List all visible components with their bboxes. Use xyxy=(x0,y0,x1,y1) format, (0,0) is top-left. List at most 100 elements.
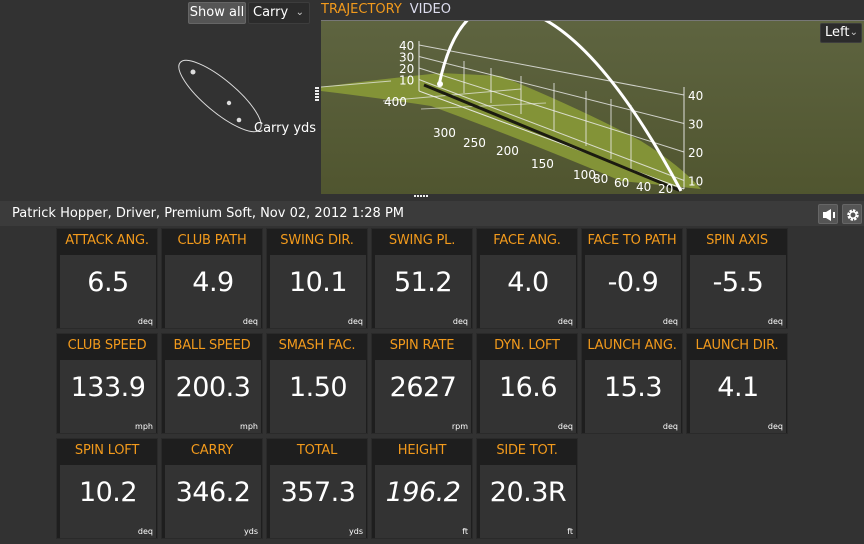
metric-tile[interactable]: SIDE TOT. 20.3R ft xyxy=(476,438,578,539)
metric-title-launch-ang: LAUNCH ANG. xyxy=(587,338,677,353)
metric-tile[interactable]: SPIN AXIS -5.5 deq xyxy=(686,228,788,329)
metric-body: 16.6 deq xyxy=(480,360,576,433)
metric-tile[interactable]: SWING PL. 51.2 deq xyxy=(371,228,473,329)
metric-value-height: 196.2 xyxy=(385,477,461,508)
distance-tick-label: 200 xyxy=(496,144,519,158)
metric-tile[interactable]: SPIN RATE 2627 rpm xyxy=(371,333,473,434)
shot-dot xyxy=(226,100,232,106)
metric-body: 4.0 deq xyxy=(480,255,576,328)
metric-tile[interactable]: FACE ANG. 4.0 deq xyxy=(476,228,578,329)
dispersion-select[interactable]: Carry ⌄ xyxy=(248,2,310,24)
metric-title-launch-dir: LAUNCH DIR. xyxy=(695,338,779,353)
metric-title-attack-ang: ATTACK ANG. xyxy=(65,233,149,248)
metric-unit: yds xyxy=(349,527,363,536)
metric-title-side-tot: SIDE TOT. xyxy=(496,443,558,458)
metric-value-spin-loft: 10.2 xyxy=(78,477,138,508)
speaker-icon xyxy=(823,209,835,221)
view-tabs: TRAJECTORY VIDEO xyxy=(321,2,451,17)
metric-value-face-ang: 4.0 xyxy=(507,267,549,298)
metric-body: 10.2 deq xyxy=(60,465,156,538)
metric-tile[interactable]: CARRY 346.2 yds xyxy=(161,438,263,539)
view-angle-select-value: Left xyxy=(825,25,850,40)
distance-tick-label: 300 xyxy=(433,126,456,140)
ball-start xyxy=(437,81,443,87)
metric-title-club-path: CLUB PATH xyxy=(177,233,247,248)
metric-title-club-speed: CLUB SPEED xyxy=(67,338,147,353)
metric-body: 133.9 mph xyxy=(60,360,156,433)
metric-value-dyn-loft: 16.6 xyxy=(498,372,558,403)
metric-value-launch-dir: 4.1 xyxy=(717,372,759,403)
metric-unit: deq xyxy=(137,527,153,536)
shot-info-text: Patrick Hopper, Driver, Premium Soft, No… xyxy=(12,206,404,221)
height-tick-label-right: 30 xyxy=(688,118,703,132)
metric-body: 200.3 mph xyxy=(165,360,261,433)
shot-dot xyxy=(236,117,242,123)
metric-title-spin-axis: SPIN AXIS xyxy=(706,233,768,248)
metric-unit: deq xyxy=(767,317,783,326)
metric-value-spin-rate: 2627 xyxy=(389,372,457,403)
tab-video[interactable]: VIDEO xyxy=(410,2,451,17)
metric-body: 4.1 deq xyxy=(690,360,786,433)
metric-tile[interactable]: LAUNCH ANG. 15.3 deq xyxy=(581,333,683,434)
metric-value-smash-fac: 1.50 xyxy=(288,372,348,403)
metric-unit: mph xyxy=(240,422,258,431)
metric-value-face-to-path: -0.9 xyxy=(607,267,659,298)
metric-body: 2627 rpm xyxy=(375,360,471,433)
metric-title-total: TOTAL xyxy=(296,443,338,458)
metric-tile[interactable]: DYN. LOFT 16.6 deq xyxy=(476,333,578,434)
metric-value-spin-axis: -5.5 xyxy=(712,267,764,298)
view-angle-select[interactable]: Left ⌄ xyxy=(820,23,862,43)
metric-tile[interactable]: TOTAL 357.3 yds xyxy=(266,438,368,539)
distance-tick-label: 400 xyxy=(384,95,407,109)
metric-tile[interactable]: LAUNCH DIR. 4.1 deq xyxy=(686,333,788,434)
metric-title-carry: CARRY xyxy=(190,443,234,458)
metric-unit: deq xyxy=(662,422,678,431)
metric-body: 196.2 ft xyxy=(375,465,471,538)
metric-tile[interactable]: CLUB PATH 4.9 deq xyxy=(161,228,263,329)
horizontal-splitter-handle[interactable] xyxy=(414,195,428,197)
height-tick-label-left: 10 xyxy=(399,74,414,88)
metric-tile[interactable]: BALL SPEED 200.3 mph xyxy=(161,333,263,434)
metric-unit: rpm xyxy=(451,422,468,431)
metric-tile[interactable]: FACE TO PATH -0.9 deq xyxy=(581,228,683,329)
metric-tile[interactable]: SMASH FAC. 1.50 xyxy=(266,333,368,434)
metric-unit: deq xyxy=(662,317,678,326)
dispersion-controls: Show all Carry ⌄ xyxy=(188,2,310,24)
height-tick-label-right: 10 xyxy=(688,175,703,189)
metric-body: 6.5 deq xyxy=(60,255,156,328)
metric-unit: deq xyxy=(557,422,573,431)
metric-body: 357.3 yds xyxy=(270,465,366,538)
metric-title-smash-fac: SMASH FAC. xyxy=(278,338,356,353)
metric-tile[interactable]: SWING DIR. 10.1 deq xyxy=(266,228,368,329)
metric-value-club-path: 4.9 xyxy=(192,267,234,298)
tab-trajectory[interactable]: TRAJECTORY xyxy=(321,2,402,17)
sound-button[interactable] xyxy=(818,204,838,224)
metric-unit: deq xyxy=(452,317,468,326)
metric-unit: ft xyxy=(567,527,573,536)
vertical-splitter-handle[interactable] xyxy=(315,87,319,101)
show-all-button[interactable]: Show all xyxy=(188,2,246,24)
distance-tick-label: 80 xyxy=(593,172,608,186)
metric-title-dyn-loft: DYN. LOFT xyxy=(494,338,560,353)
metric-tile[interactable]: CLUB SPEED 133.9 mph xyxy=(56,333,158,434)
metric-body: 1.50 xyxy=(270,360,366,433)
metric-value-launch-ang: 15.3 xyxy=(603,372,663,403)
metric-unit: ft xyxy=(462,527,468,536)
metric-title-face-ang: FACE ANG. xyxy=(493,233,561,248)
metric-title-face-to-path: FACE TO PATH xyxy=(587,233,677,248)
distance-tick-label: 20 xyxy=(658,182,673,194)
metric-unit: deq xyxy=(242,317,258,326)
metric-body: 346.2 yds xyxy=(165,465,261,538)
metric-tile[interactable]: ATTACK ANG. 6.5 deq xyxy=(56,228,158,329)
metric-tile[interactable]: SPIN LOFT 10.2 deq xyxy=(56,438,158,539)
metric-body: 51.2 deq xyxy=(375,255,471,328)
settings-button[interactable] xyxy=(842,204,862,224)
gear-icon xyxy=(847,209,859,221)
metric-body: 20.3R ft xyxy=(480,465,576,538)
dispersion-select-value: Carry xyxy=(253,5,289,20)
metric-value-total: 357.3 xyxy=(280,477,356,508)
metric-body: 10.1 deq xyxy=(270,255,366,328)
metric-body: 15.3 deq xyxy=(585,360,681,433)
metric-tile[interactable]: HEIGHT 196.2 ft xyxy=(371,438,473,539)
metric-value-attack-ang: 6.5 xyxy=(87,267,129,298)
